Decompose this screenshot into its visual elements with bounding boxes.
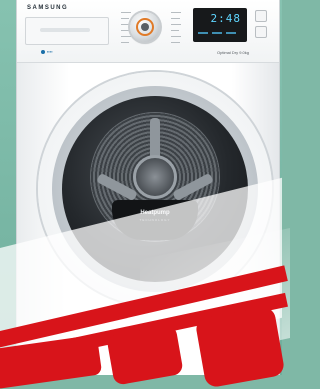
red-shape-right bbox=[194, 305, 286, 389]
control-panel: SAMSUNG ▪▪▪▪ 2:48 Optimal Dry 9.0kg bbox=[17, 0, 279, 63]
red-shape-middle bbox=[106, 324, 184, 386]
program-dial-icon bbox=[130, 12, 160, 42]
dial-center bbox=[141, 23, 149, 31]
drawer-handle bbox=[40, 28, 90, 32]
power-button bbox=[255, 10, 267, 22]
display-time: 2:48 bbox=[210, 12, 241, 25]
model-text: Optimal Dry 9.0kg bbox=[217, 50, 250, 55]
digital-display-icon: 2:48 bbox=[193, 8, 247, 42]
water-drawer bbox=[25, 17, 109, 45]
drum-hub bbox=[133, 155, 177, 199]
brand-logo: SAMSUNG bbox=[27, 5, 69, 11]
start-button bbox=[255, 26, 267, 38]
drum-paddle-top bbox=[150, 118, 160, 160]
smart-check-logo: ▪▪▪▪ bbox=[41, 49, 53, 54]
